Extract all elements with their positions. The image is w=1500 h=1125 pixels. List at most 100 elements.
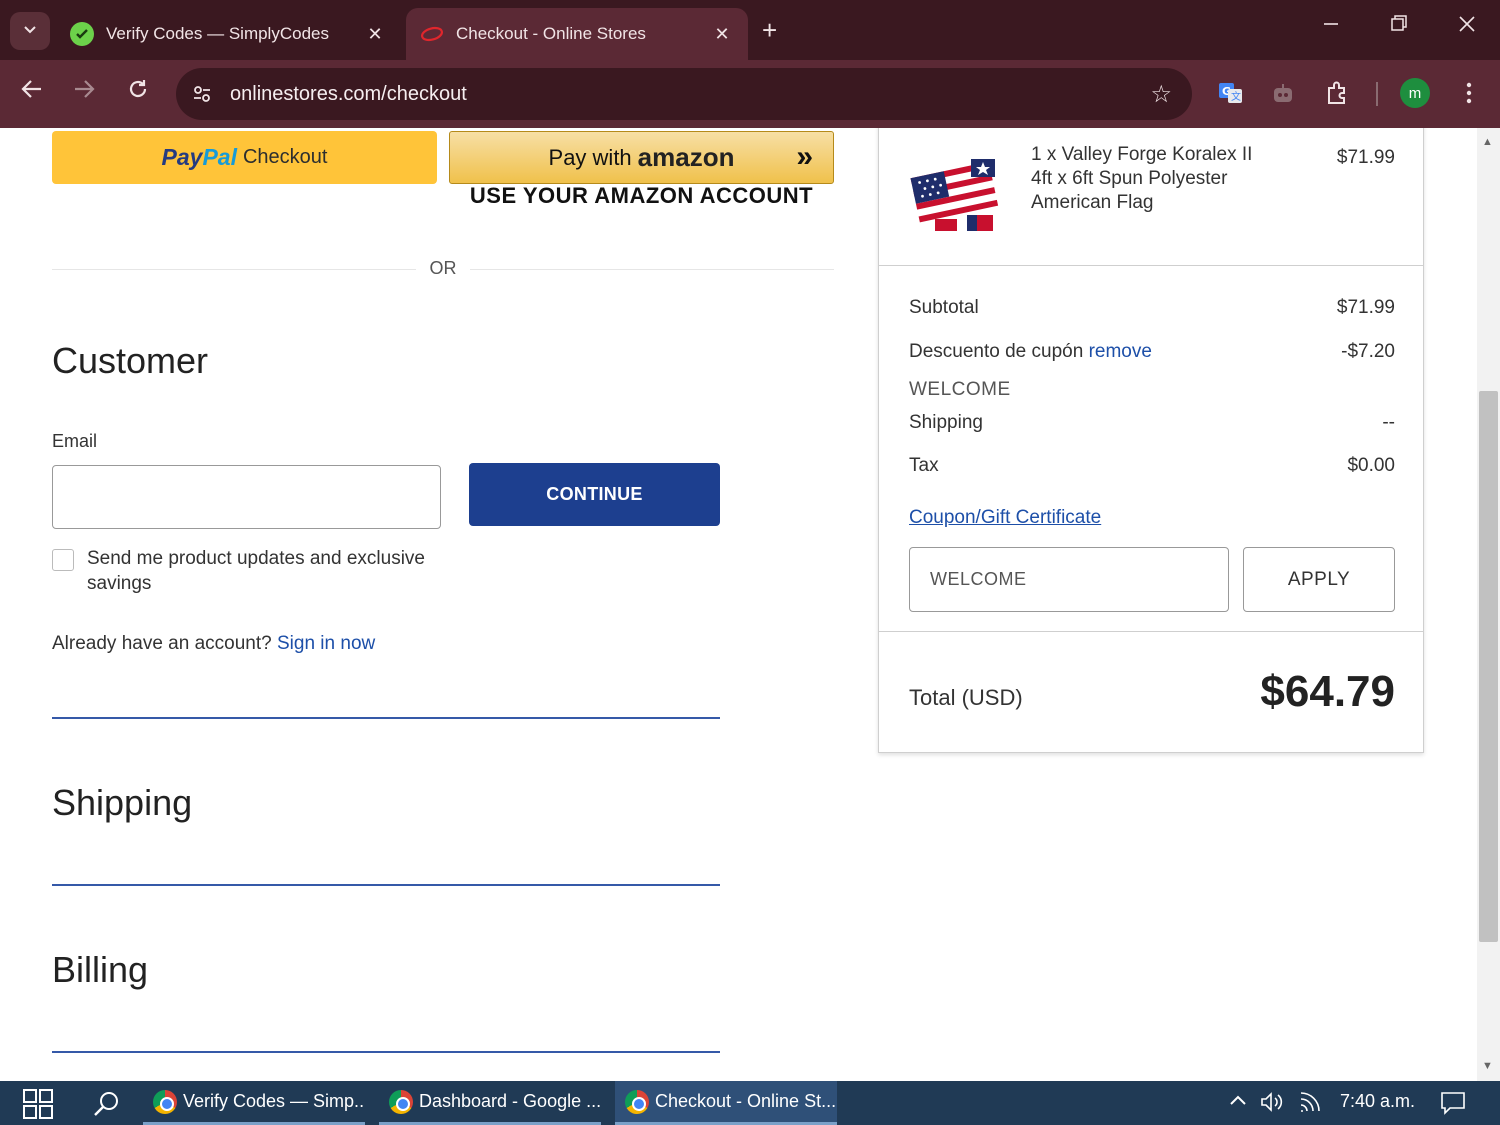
discount-value: -$7.20 — [1341, 341, 1395, 362]
scrollbar-thumb[interactable] — [1479, 391, 1498, 942]
updates-checkbox-label: Send me product updates and exclusive sa… — [87, 548, 425, 594]
taskbar-app-title: Verify Codes — Simp... — [183, 1091, 365, 1111]
taskbar-app-title: Dashboard - Google ... — [419, 1091, 601, 1111]
shipping-divider — [52, 884, 720, 886]
back-arrow-icon[interactable] — [16, 78, 48, 108]
site-settings-icon[interactable] — [186, 78, 218, 110]
store-favicon-icon — [420, 22, 444, 46]
close-tab-icon[interactable]: ✕ — [710, 24, 734, 45]
close-tab-icon[interactable]: ✕ — [363, 24, 387, 45]
apply-coupon-button[interactable]: APPLY — [1243, 547, 1395, 612]
order-summary: 1 x Valley Forge Koralex II 4ft x 6ft Sp… — [878, 128, 1424, 753]
browser-tab-strip: Verify Codes — SimplyCodes ✕ Checkout - … — [0, 0, 1500, 60]
taskbar-app-checkout[interactable]: Checkout - Online St... — [615, 1081, 837, 1125]
tab-search-button[interactable] — [10, 12, 50, 50]
summary-separator — [879, 631, 1423, 632]
taskbar-app-title: Checkout - Online St... — [655, 1091, 837, 1111]
discount-label: Descuento de cupón — [909, 341, 1084, 362]
simplycodes-favicon-icon — [70, 22, 94, 46]
subtotal-value: $71.99 — [1336, 297, 1395, 318]
product-flag-image — [909, 155, 1005, 235]
tab-checkout[interactable]: Checkout - Online Stores ✕ — [406, 8, 748, 60]
bookmark-star-icon[interactable]: ☆ — [1150, 80, 1172, 109]
wifi-icon[interactable] — [1298, 1091, 1322, 1118]
account-prompt: Already have an account? Sign in now — [52, 633, 375, 655]
reload-icon[interactable] — [122, 78, 154, 108]
taskbar-app-dashboard[interactable]: Dashboard - Google ... — [379, 1081, 601, 1125]
tax-value: $0.00 — [1347, 455, 1395, 476]
translate-icon[interactable]: G文 — [1216, 78, 1246, 108]
chrome-icon — [153, 1089, 177, 1114]
paypal-button-label: Checkout — [242, 146, 328, 168]
windows-start-icon[interactable] — [22, 1088, 54, 1120]
tab-title: Verify Codes — SimplyCodes — [106, 24, 329, 43]
or-line-right — [470, 269, 834, 270]
shipping-value: -- — [1382, 412, 1395, 433]
forward-arrow-icon[interactable] — [68, 78, 100, 108]
shipping-heading[interactable]: Shipping — [52, 782, 192, 824]
account-prompt-text: Already have an account? — [52, 633, 272, 654]
shipping-label: Shipping — [909, 412, 983, 433]
sign-in-link[interactable]: Sign in now — [277, 633, 375, 654]
email-field[interactable] — [52, 465, 441, 529]
subtotal-row: Subtotal $71.99 — [909, 297, 1395, 319]
shipping-row: Shipping -- — [909, 412, 1395, 434]
os-taskbar: Verify Codes — Simp... Dashboard - Googl… — [0, 1081, 1500, 1125]
notifications-icon[interactable] — [1440, 1091, 1466, 1120]
amazon-pay-button[interactable]: Pay with amazon » — [449, 131, 834, 184]
address-bar[interactable]: onlinestores.com/checkout ☆ — [176, 68, 1192, 120]
paypal-checkout-button[interactable]: Pay Pal Checkout — [52, 131, 437, 184]
amazon-logo: amazon — [637, 142, 735, 172]
profile-avatar[interactable]: m — [1400, 78, 1430, 108]
total-label: Total (USD) — [909, 685, 1023, 710]
scroll-down-arrow-icon[interactable]: ▼ — [1482, 1060, 1493, 1072]
close-window-icon[interactable] — [1452, 14, 1482, 40]
or-line-left — [52, 269, 416, 270]
or-separator: OR — [52, 258, 834, 282]
discount-row: Descuento de cupón remove -$7.20 — [909, 341, 1395, 363]
new-tab-icon[interactable]: + — [762, 16, 777, 44]
paypal-logo-pal: Pal — [202, 144, 237, 170]
volume-icon[interactable] — [1260, 1091, 1286, 1118]
coupon-gift-certificate-link[interactable]: Coupon/Gift Certificate — [909, 507, 1101, 529]
minimize-icon[interactable] — [1316, 14, 1346, 40]
scroll-up-arrow-icon[interactable]: ▲ — [1482, 136, 1493, 148]
chevron-down-icon — [22, 21, 38, 42]
updates-checkbox[interactable] — [52, 549, 74, 571]
amazon-caption: USE YOUR AMAZON ACCOUNT — [469, 183, 814, 208]
chevron-up-icon[interactable] — [1228, 1091, 1248, 1116]
billing-heading[interactable]: Billing — [52, 949, 148, 991]
total-value: $64.79 — [1260, 667, 1395, 716]
restore-icon[interactable] — [1384, 14, 1414, 40]
tax-row: Tax $0.00 — [909, 455, 1395, 477]
chrome-icon — [625, 1089, 649, 1114]
extensions-puzzle-icon[interactable] — [1322, 78, 1352, 108]
svg-text:文: 文 — [1231, 90, 1241, 103]
clock[interactable]: 7:40 a.m. — [1340, 1091, 1415, 1112]
summary-separator — [879, 265, 1423, 266]
kebab-menu-icon[interactable] — [1454, 78, 1484, 108]
customer-divider — [52, 717, 720, 719]
taskbar-app-verify-codes[interactable]: Verify Codes — Simp... — [143, 1081, 365, 1125]
tab-title: Checkout - Online Stores — [456, 24, 646, 43]
toolbar-separator — [1376, 82, 1378, 106]
page-scrollbar[interactable]: ▲ ▼ — [1477, 128, 1500, 1081]
double-chevron-right-icon: » — [796, 140, 813, 173]
url-text: onlinestores.com/checkout — [230, 82, 467, 105]
continue-button[interactable]: CONTINUE — [469, 463, 720, 526]
page-viewport: Pay Pal Checkout Pay with amazon » USE YO… — [0, 128, 1500, 1081]
paypal-logo-pay: Pay — [161, 144, 203, 170]
subtotal-label: Subtotal — [909, 297, 979, 318]
tax-label: Tax — [909, 455, 939, 476]
billing-divider — [52, 1051, 720, 1053]
assistant-extension-icon[interactable] — [1268, 78, 1298, 108]
customer-heading: Customer — [52, 340, 209, 381]
applied-coupon-code: WELCOME — [909, 379, 1011, 400]
taskbar-search-icon[interactable] — [92, 1089, 122, 1119]
browser-toolbar: onlinestores.com/checkout ☆ G文 m — [0, 60, 1500, 128]
or-text: OR — [429, 258, 457, 278]
product-name: 1 x Valley Forge Koralex II 4ft x 6ft Sp… — [1031, 144, 1253, 213]
remove-coupon-link[interactable]: remove — [1089, 341, 1152, 362]
tab-verify-codes[interactable]: Verify Codes — SimplyCodes ✕ — [56, 8, 401, 60]
coupon-code-input[interactable] — [909, 547, 1229, 612]
